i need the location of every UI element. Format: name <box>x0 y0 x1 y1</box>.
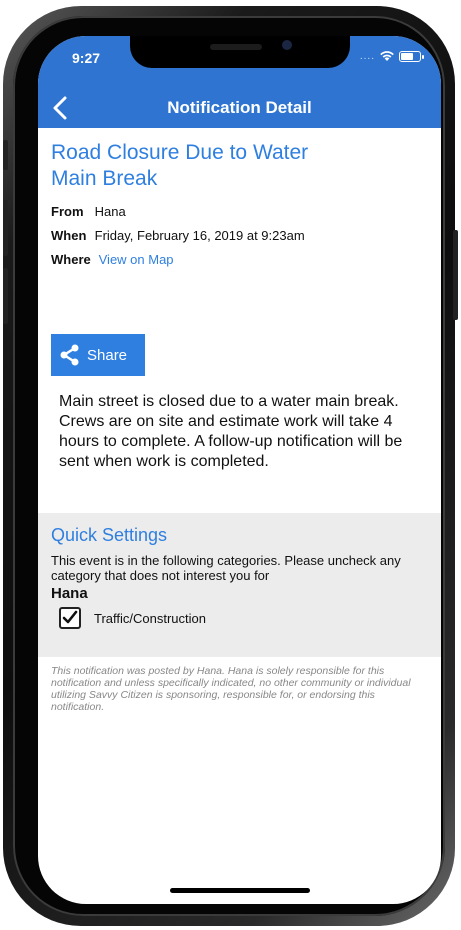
from-row: From Hana <box>51 204 126 219</box>
from-value: Hana <box>94 204 126 219</box>
community-name: Hana <box>51 585 88 602</box>
when-value: Friday, February 16, 2019 at 9:23am <box>94 228 305 243</box>
battery-icon <box>399 50 424 62</box>
status-bar: 9:27 .... <box>38 36 441 88</box>
signal-icon: .... <box>359 50 375 62</box>
volume-up-button <box>3 200 8 256</box>
volume-down-button <box>3 268 8 324</box>
speaker <box>210 44 262 50</box>
category-label[interactable]: Traffic/Construction <box>94 611 206 626</box>
notch <box>130 36 350 68</box>
status-icons: .... <box>359 50 424 62</box>
where-row: Where View on Map <box>51 252 174 267</box>
view-on-map-link[interactable]: View on Map <box>99 252 174 267</box>
when-row: When Friday, February 16, 2019 at 9:23am <box>51 228 305 243</box>
power-button <box>453 230 458 320</box>
screen: 9:27 .... Notification Detail Road Closu… <box>38 36 441 904</box>
checkmark-icon <box>62 610 78 624</box>
notification-body: Main street is closed due to a water mai… <box>59 393 403 470</box>
mute-switch <box>3 140 8 170</box>
disclaimer-text: This notification was posted by Hana. Ha… <box>51 665 411 713</box>
quick-settings-description: This event is in the following categorie… <box>51 553 401 583</box>
when-label: When <box>51 228 87 243</box>
from-label: From <box>51 204 84 219</box>
status-time: 9:27 <box>72 50 101 66</box>
nav-bar: Notification Detail <box>38 88 441 128</box>
quick-settings-panel: Quick Settings This event is in the foll… <box>38 513 441 657</box>
share-label: Share <box>87 346 128 364</box>
category-checkbox[interactable] <box>59 607 81 629</box>
home-indicator[interactable] <box>170 888 310 893</box>
share-icon <box>60 344 79 366</box>
where-label: Where <box>51 252 91 267</box>
nav-title: Notification Detail <box>167 98 312 117</box>
share-button[interactable]: Share <box>51 334 145 376</box>
quick-settings-title: Quick Settings <box>51 525 168 545</box>
notification-title: Road Closure Due to Water Main Break <box>51 141 309 190</box>
front-camera <box>282 40 292 50</box>
wifi-icon <box>380 51 394 61</box>
